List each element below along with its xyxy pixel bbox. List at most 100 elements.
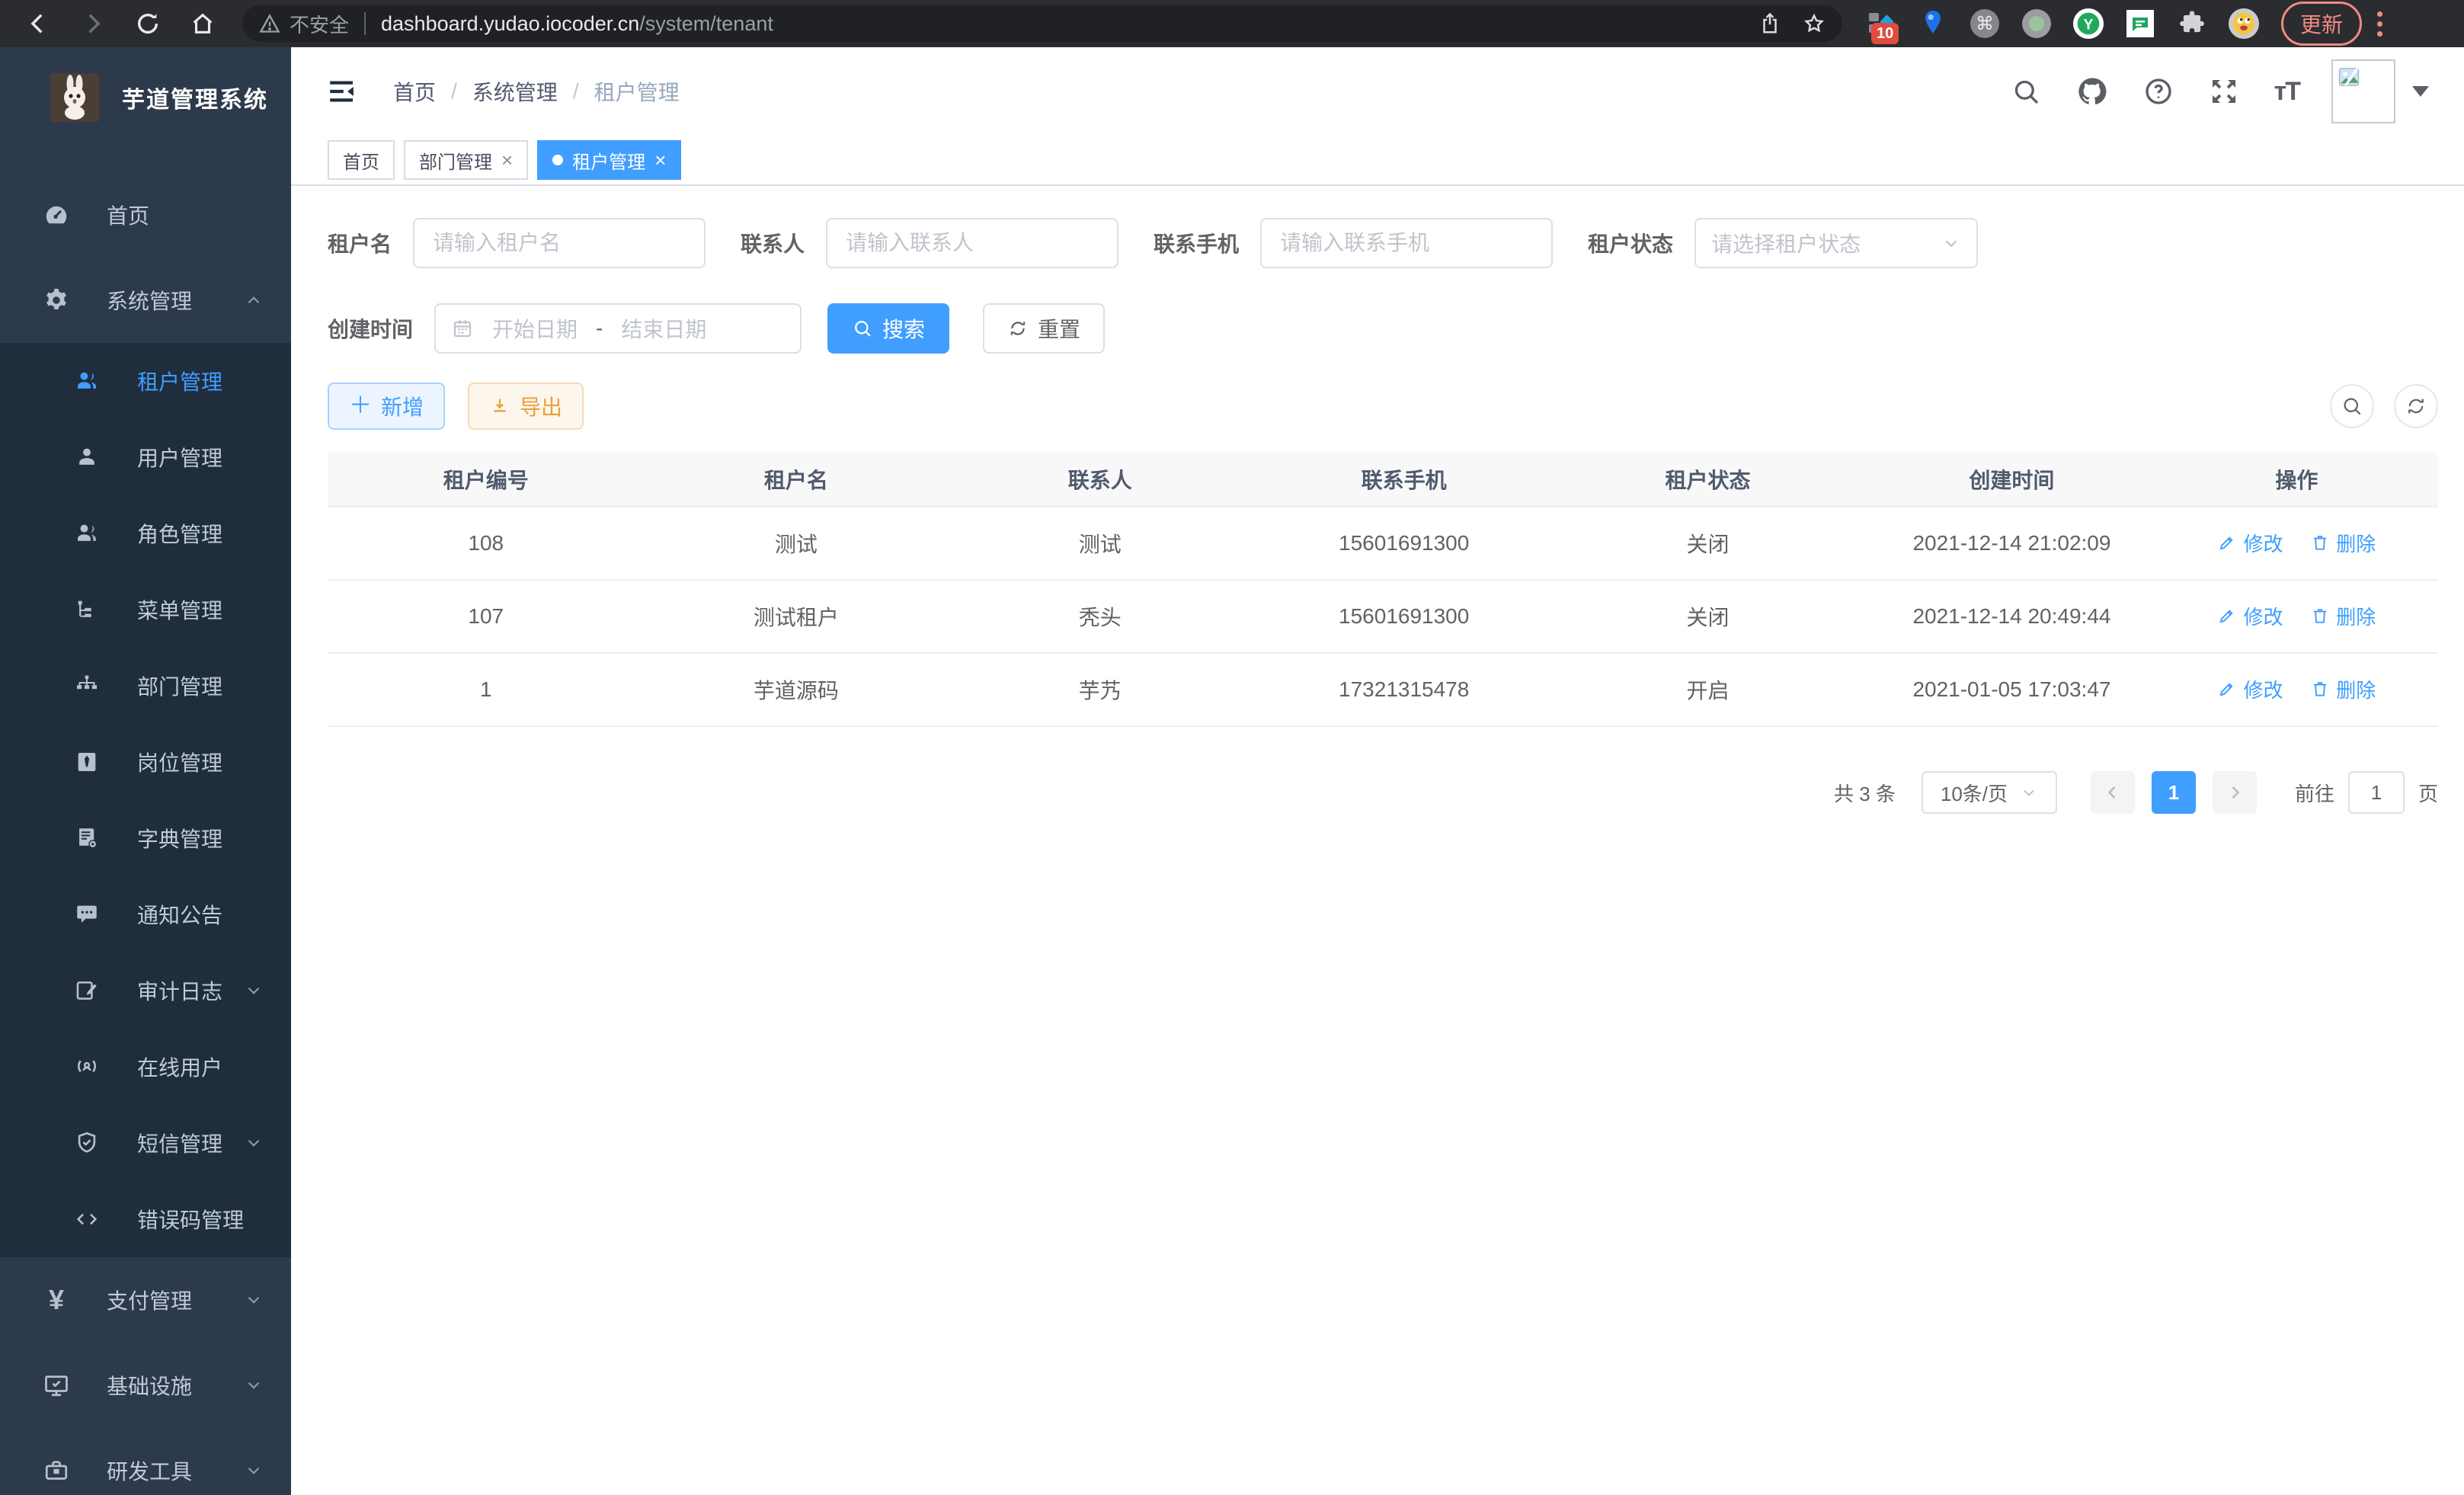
- extension-pin-icon[interactable]: [1917, 8, 1949, 40]
- breadcrumb-section[interactable]: 系统管理: [472, 76, 558, 107]
- create-time-label: 创建时间: [328, 313, 413, 344]
- tab-tenant[interactable]: 租户管理 ×: [537, 140, 681, 180]
- reload-icon[interactable]: [128, 4, 168, 43]
- tab-label: 部门管理: [419, 147, 492, 174]
- close-icon[interactable]: ×: [501, 150, 513, 170]
- svg-text:Y: Y: [2084, 18, 2094, 34]
- extension-chat-icon[interactable]: [2124, 8, 2156, 40]
- table-row: 1 芋道源码 芋艿 17321315478 开启 2021-01-05 17:0…: [328, 652, 2438, 725]
- bookmark-star-icon[interactable]: [1803, 12, 1826, 35]
- chevron-right-icon: [2226, 783, 2244, 802]
- github-icon[interactable]: [2076, 75, 2108, 107]
- sidebar-item-sms[interactable]: 短信管理: [0, 1105, 291, 1181]
- user-avatar[interactable]: [2331, 59, 2395, 123]
- active-dot: [552, 155, 563, 165]
- url-bar[interactable]: 不安全 dashboard.yudao.iocoder.cn/system/te…: [242, 5, 1842, 42]
- tab-dept[interactable]: 部门管理 ×: [404, 140, 528, 180]
- table-search-toggle-button[interactable]: [2330, 384, 2374, 428]
- back-icon[interactable]: [18, 4, 58, 43]
- edit-button[interactable]: 修改: [2217, 529, 2283, 557]
- cell-created: 2021-01-05 17:03:47: [1860, 677, 2164, 702]
- sidebar-collapse-icon[interactable]: [326, 75, 358, 107]
- search-button[interactable]: 搜索: [827, 303, 949, 354]
- forward-icon[interactable]: [73, 4, 113, 43]
- sidebar-item-home[interactable]: 首页: [0, 172, 291, 258]
- browser-menu-icon[interactable]: [2377, 11, 2382, 37]
- edit-log-icon: [70, 978, 104, 1004]
- extensions-puzzle-icon[interactable]: [2176, 8, 2208, 40]
- home-icon[interactable]: [183, 4, 222, 43]
- browser-update-button[interactable]: 更新: [2281, 2, 2362, 46]
- page-content: 租户名 联系人 联系手机 租户状态 请选择租户状态: [291, 186, 2464, 814]
- tags-view-bar: 首页 部门管理 × 租户管理 ×: [291, 136, 2464, 186]
- extension-y-icon[interactable]: Y: [2072, 8, 2104, 40]
- url-path: /system/tenant: [639, 12, 773, 35]
- contact-input[interactable]: [826, 218, 1118, 268]
- svg-text:⌘: ⌘: [1976, 14, 1994, 34]
- cell-id: 107: [328, 604, 645, 629]
- breadcrumb-home[interactable]: 首页: [393, 76, 436, 107]
- sidebar-item-menu[interactable]: 菜单管理: [0, 571, 291, 648]
- yen-icon: ¥: [40, 1284, 73, 1316]
- fullscreen-icon[interactable]: [2209, 76, 2239, 107]
- sidebar-item-dict[interactable]: 字典管理: [0, 800, 291, 876]
- profile-avatar-icon[interactable]: [2228, 8, 2260, 40]
- sidebar: 芋道管理系统 首页 系统管理: [0, 47, 291, 1495]
- sidebar-item-role[interactable]: 角色管理: [0, 495, 291, 571]
- sidebar-item-dept[interactable]: 部门管理: [0, 648, 291, 724]
- help-icon[interactable]: [2143, 76, 2174, 107]
- reset-button[interactable]: 重置: [983, 303, 1105, 354]
- cell-contact: 测试: [948, 528, 1252, 559]
- edit-button[interactable]: 修改: [2217, 675, 2283, 703]
- table-refresh-button[interactable]: [2394, 384, 2438, 428]
- sidebar-item-devtools[interactable]: 研发工具: [0, 1428, 291, 1495]
- col-header-mobile: 联系手机: [1252, 464, 1556, 495]
- sidebar-item-audit-log[interactable]: 审计日志: [0, 952, 291, 1029]
- sidebar-item-tenant[interactable]: 租户管理: [0, 343, 291, 419]
- cell-mobile: 15601691300: [1252, 531, 1556, 555]
- close-icon[interactable]: ×: [654, 150, 666, 170]
- edit-button[interactable]: 修改: [2217, 602, 2283, 630]
- tenant-table: 租户编号 租户名 联系人 联系手机 租户状态 创建时间 操作 108 测试 测试…: [328, 453, 2438, 727]
- create-time-range-picker[interactable]: 开始日期 - 结束日期: [434, 303, 802, 354]
- export-button[interactable]: 导出: [468, 383, 584, 430]
- system-submenu: 租户管理 用户管理 角色管理: [0, 343, 291, 1257]
- page-size-select[interactable]: 10条/页: [1922, 771, 2057, 814]
- sidebar-item-user[interactable]: 用户管理: [0, 419, 291, 495]
- font-size-icon[interactable]: ᴛT: [2274, 77, 2299, 107]
- app-logo-row[interactable]: 芋道管理系统: [0, 47, 291, 148]
- pagination-total: 共 3 条: [1834, 779, 1896, 807]
- sidebar-item-online-users[interactable]: 在线用户: [0, 1029, 291, 1105]
- tenant-name-input[interactable]: [413, 218, 706, 268]
- app-logo: [50, 73, 99, 122]
- cell-contact: 秃头: [948, 601, 1252, 632]
- trash-icon: [2310, 679, 2330, 699]
- sidebar-item-errcode[interactable]: 错误码管理: [0, 1181, 291, 1257]
- mobile-input[interactable]: [1260, 218, 1553, 268]
- sidebar-item-post[interactable]: 岗位管理: [0, 724, 291, 800]
- sidebar-item-notice[interactable]: 通知公告: [0, 876, 291, 952]
- next-page-button[interactable]: [2213, 771, 2257, 814]
- col-header-id: 租户编号: [328, 464, 645, 495]
- code-icon: [70, 1206, 104, 1232]
- search-icon[interactable]: [2011, 76, 2041, 107]
- delete-button[interactable]: 删除: [2310, 529, 2376, 557]
- goto-page-input[interactable]: [2348, 771, 2405, 814]
- avatar-caret-icon[interactable]: [2412, 86, 2429, 97]
- sidebar-item-infra[interactable]: 基础设施: [0, 1343, 291, 1428]
- sidebar-item-pay[interactable]: ¥ 支付管理: [0, 1257, 291, 1343]
- table-row: 107 测试租户 秃头 15601691300 关闭 2021-12-14 20…: [328, 579, 2438, 652]
- share-icon[interactable]: [1758, 12, 1781, 35]
- sidebar-item-system[interactable]: 系统管理: [0, 258, 291, 343]
- add-button[interactable]: ＋ 新增: [328, 383, 445, 430]
- extension-record-icon[interactable]: [2021, 8, 2053, 40]
- extension-command-icon[interactable]: ⌘: [1969, 8, 2001, 40]
- col-header-created: 创建时间: [1860, 464, 2164, 495]
- page-number-1[interactable]: 1: [2152, 771, 2196, 814]
- tab-home[interactable]: 首页: [328, 140, 395, 180]
- status-select[interactable]: 请选择租户状态: [1694, 218, 1978, 268]
- extension-tabs-icon[interactable]: 10: [1865, 8, 1897, 40]
- delete-button[interactable]: 删除: [2310, 602, 2376, 630]
- delete-button[interactable]: 删除: [2310, 675, 2376, 703]
- prev-page-button[interactable]: [2091, 771, 2135, 814]
